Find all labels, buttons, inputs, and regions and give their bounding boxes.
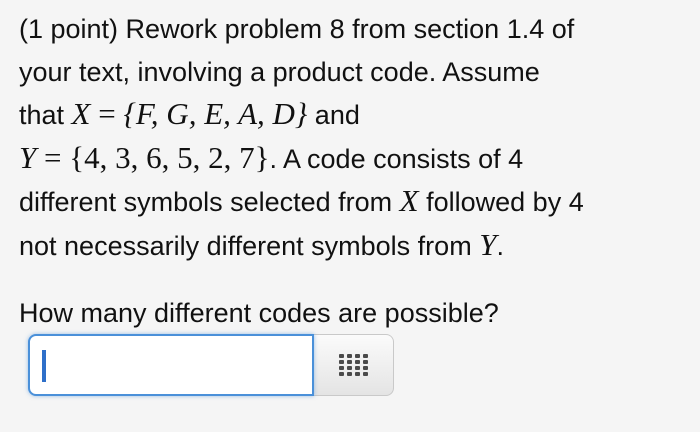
math-set-x: {F, G, E, A, D} <box>123 96 308 131</box>
math-var-x: X <box>71 96 91 131</box>
problem-line-4: Y = {4, 3, 6, 5, 2, 7}. A code consists … <box>19 137 691 181</box>
problem-line-5: different symbols selected from X follow… <box>19 180 691 224</box>
problem-line-2: your text, involving a product code. Ass… <box>19 51 691 94</box>
problem-line-6: not necessarily different symbols from Y… <box>19 224 691 268</box>
question-text: How many different codes are possible? <box>19 298 499 328</box>
problem-statement: (1 point) Rework problem 8 from section … <box>19 8 691 267</box>
math-var-y: Y <box>19 139 37 175</box>
math-var-x: X <box>399 183 419 218</box>
problem-text: followed by 4 <box>418 187 584 217</box>
math-equals: = <box>90 96 124 131</box>
equation-palette-icon <box>338 354 368 376</box>
answer-input[interactable] <box>28 334 314 396</box>
problem-text: not necessarily different symbols from <box>19 230 480 261</box>
math-set-y: {4, 3, 6, 5, 2, 7} <box>69 139 270 175</box>
problem-line-3: that X = {F, G, E, A, D} and <box>19 93 691 137</box>
math-equals: = <box>36 139 70 175</box>
math-var-y: Y <box>479 226 497 262</box>
problem-text: and <box>307 100 360 130</box>
problem-intro-text: (1 point) Rework problem 8 from section … <box>19 14 575 44</box>
problem-text: that <box>19 100 72 130</box>
equation-palette-button[interactable] <box>314 334 394 396</box>
text-cursor <box>42 350 46 382</box>
problem-text: your text, involving a product code. Ass… <box>19 56 540 87</box>
question-prompt: How many different codes are possible? <box>19 292 499 334</box>
problem-line-1: (1 point) Rework problem 8 from section … <box>19 8 691 51</box>
problem-text: . A code consists of 4 <box>269 143 524 174</box>
problem-text: different symbols selected from <box>19 187 400 217</box>
problem-text: . <box>496 230 504 261</box>
answer-input-group <box>28 334 394 396</box>
